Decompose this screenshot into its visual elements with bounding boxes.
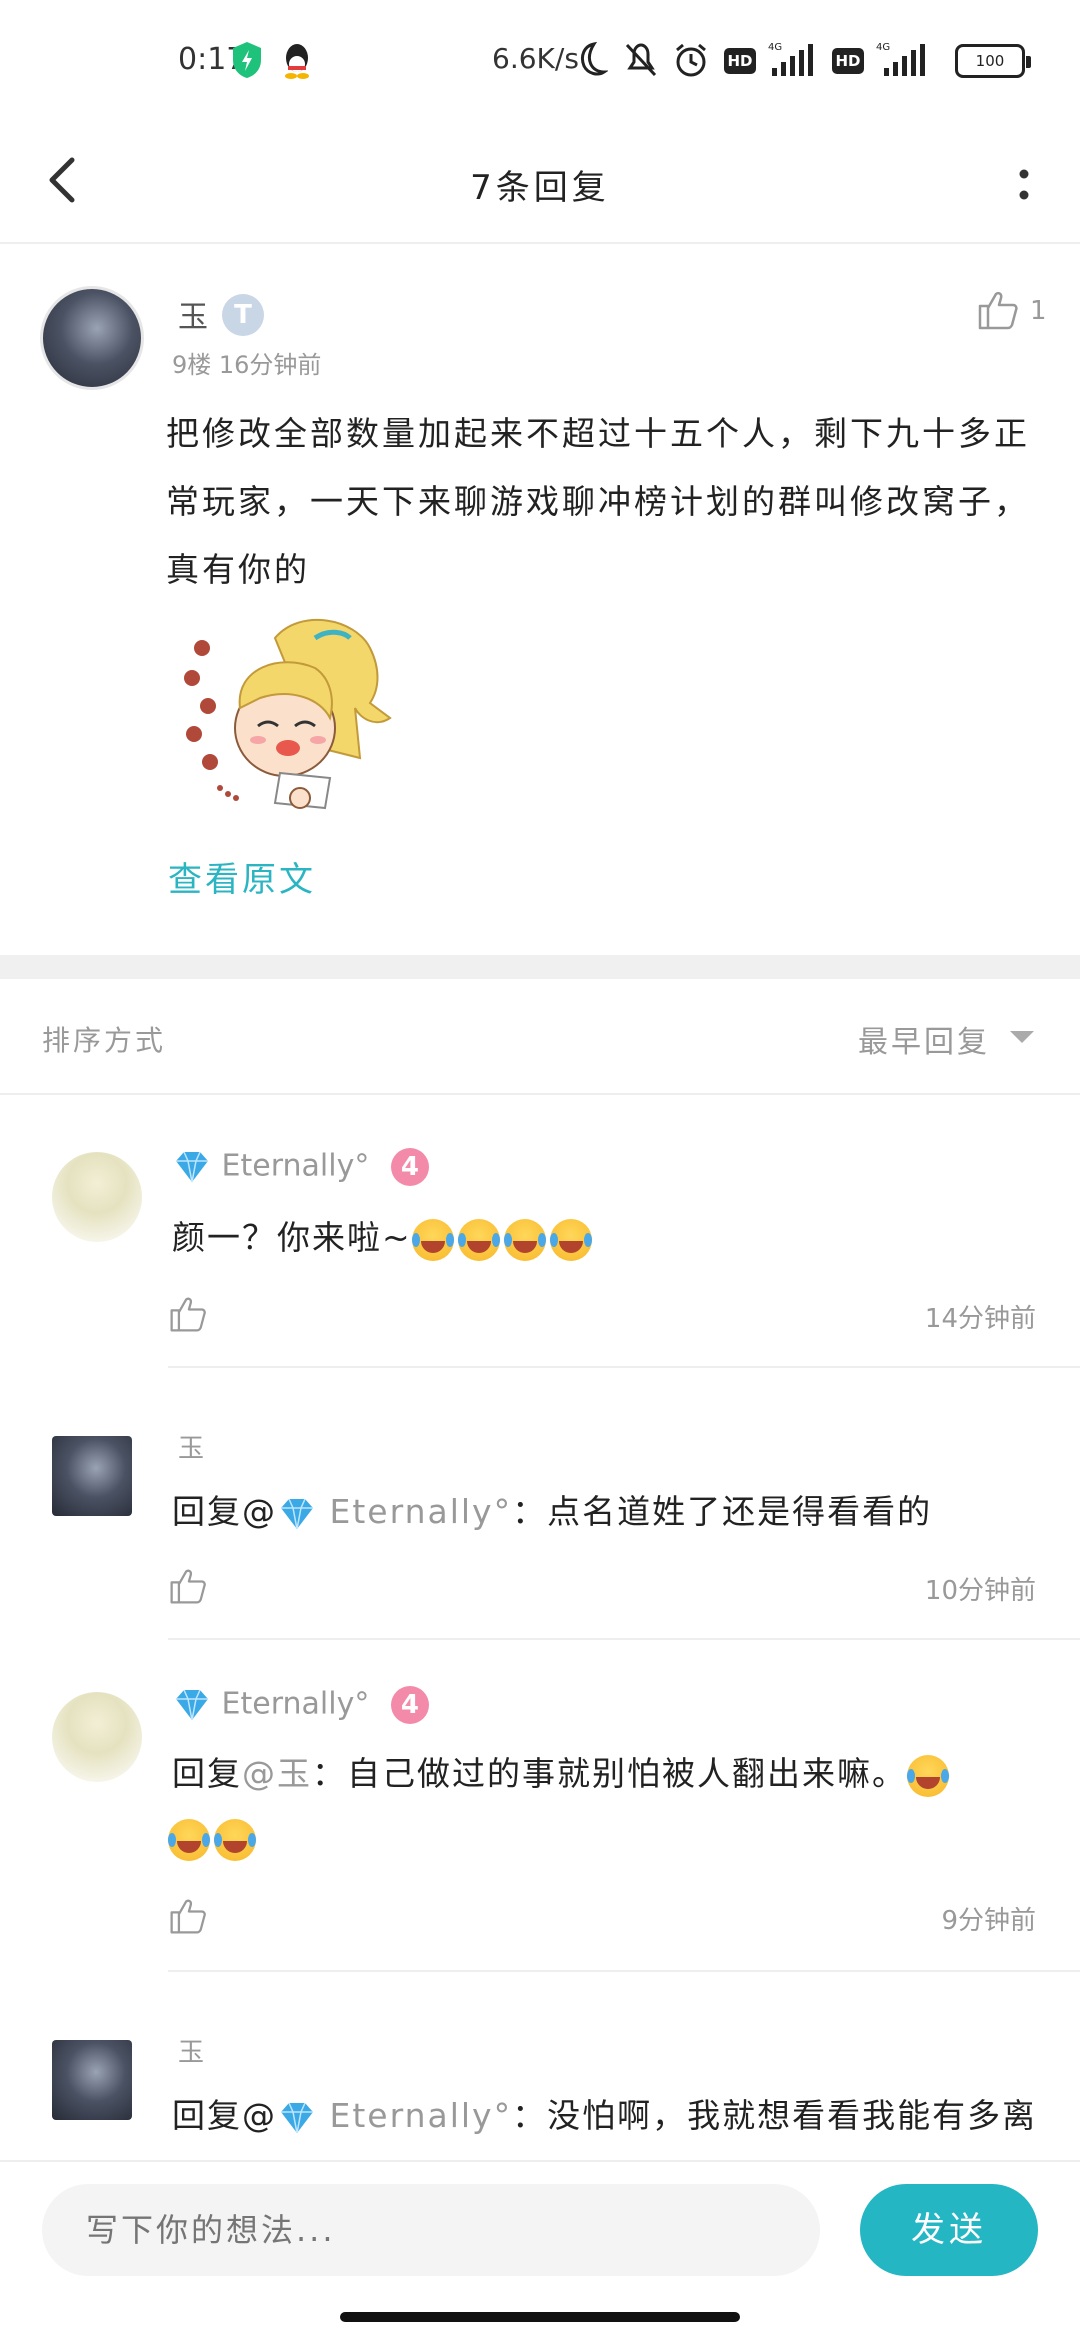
reply-author-line: Eternally° 4 xyxy=(172,1148,429,1186)
mention-link[interactable]: Eternally° xyxy=(330,1492,513,1531)
reply-text: ：自己做过的事就别怕被人翻出来嘛。 xyxy=(312,1754,907,1793)
level-badge: 4 xyxy=(390,1686,429,1724)
section-divider xyxy=(0,955,1080,979)
reply-prefix: 回复@ xyxy=(172,1492,277,1531)
reply-prefix: 回复 xyxy=(172,1754,242,1793)
reply-item: 玉 回复@ Eternally°：没怕啊，我就想看看我能有多离 xyxy=(0,1974,1080,2160)
thumbs-up-icon[interactable] xyxy=(168,1294,208,1334)
avatar[interactable] xyxy=(52,1436,132,1516)
status-bar: 0:17 6.6K/s HD 4G HD 4G 100 xyxy=(0,0,1080,120)
laughing-emoji-icon xyxy=(411,1218,454,1261)
view-original-link[interactable]: 查看原文 xyxy=(168,852,316,901)
svg-text:4G: 4G xyxy=(876,42,890,53)
comment-input[interactable] xyxy=(42,2184,820,2276)
battery-icon: 100 xyxy=(955,44,1031,78)
reply-author[interactable]: 玉 xyxy=(178,2032,204,2069)
reply-time: 10分钟前 xyxy=(924,1576,1036,1606)
reply-time: 14分钟前 xyxy=(924,1304,1036,1334)
shield-icon xyxy=(233,42,261,78)
mention-link[interactable]: Eternally° xyxy=(330,2096,513,2135)
signal-4g-icon: 4G xyxy=(768,42,813,76)
comment-composer: 发送 xyxy=(0,2160,1080,2300)
diamond-icon xyxy=(176,1689,208,1721)
reply-text: 颜一？你来啦~ xyxy=(172,1218,412,1257)
send-button[interactable]: 发送 xyxy=(860,2184,1038,2276)
hd-badge-2: HD xyxy=(832,48,864,74)
signal-4g-icon-2: 4G xyxy=(876,42,925,76)
diamond-icon xyxy=(281,1498,313,1529)
avatar[interactable] xyxy=(52,1152,142,1242)
avatar[interactable] xyxy=(40,286,144,390)
mention-link[interactable]: @玉 xyxy=(242,1754,312,1793)
thumbs-up-icon[interactable] xyxy=(976,288,1020,332)
reply-author[interactable]: 玉 xyxy=(178,1428,204,1465)
reply-author[interactable]: Eternally° xyxy=(222,1149,370,1184)
post-meta: 9楼 16分钟前 xyxy=(172,351,322,379)
chevron-down-icon[interactable] xyxy=(1010,1031,1034,1043)
laughing-girl-sticker xyxy=(184,618,392,810)
like-count: 1 xyxy=(1030,296,1047,326)
post-author[interactable]: 玉 xyxy=(178,292,208,336)
divider xyxy=(168,1970,1080,1972)
reply-text-row: 回复@玉：自己做过的事就别怕被人翻出来嘛。 xyxy=(168,1742,1032,1870)
laughing-emoji-icon xyxy=(503,1218,546,1261)
post-content: 把修改全部数量加起来不超过十五个人，剩下九十多正常玩家，一天下来聊游戏聊冲榜计划… xyxy=(166,414,1030,589)
reply-prefix: 回复@ xyxy=(172,2096,277,2135)
level-badge: 4 xyxy=(390,1148,429,1186)
qq-icon xyxy=(285,44,309,79)
more-vertical-icon[interactable] xyxy=(1004,148,1044,218)
level-badge: T xyxy=(222,294,264,336)
thumbs-up-icon[interactable] xyxy=(168,1566,208,1606)
diamond-icon xyxy=(176,1151,208,1183)
reply-item: Eternally° 4 回复@玉：自己做过的事就别怕被人翻出来嘛。 9分钟前 xyxy=(0,1642,1080,1974)
laughing-emoji-icon xyxy=(907,1754,949,1797)
avatar[interactable] xyxy=(52,2040,132,2120)
divider xyxy=(168,1366,1080,1368)
alarm-icon xyxy=(676,43,706,77)
top-nav: 7条回复 xyxy=(0,120,1080,244)
reply-item: 玉 回复@ Eternally°：点名道姓了还是得看看的 10分钟前 xyxy=(0,1370,1080,1642)
avatar[interactable] xyxy=(52,1692,142,1782)
reply-item: Eternally° 4 颜一？你来啦~ 14分钟前 xyxy=(0,1130,1080,1370)
reply-author-line: Eternally° 4 xyxy=(172,1686,429,1724)
laughing-emoji-icon xyxy=(168,1818,210,1861)
reply-text-row: 回复@ Eternally°：点名道姓了还是得看看的 xyxy=(172,1480,1032,1544)
reply-text-row: 颜一？你来啦~ xyxy=(172,1206,1032,1270)
laughing-emoji-icon xyxy=(214,1818,256,1861)
page-title: 7条回复 xyxy=(470,168,610,208)
svg-text:4G: 4G xyxy=(768,42,782,53)
home-indicator[interactable] xyxy=(340,2312,740,2322)
sort-dropdown[interactable]: 最早回复 xyxy=(858,1017,990,1061)
thumbs-up-icon[interactable] xyxy=(168,1896,208,1936)
hd-badge: HD xyxy=(724,48,756,74)
reply-author[interactable]: Eternally° xyxy=(222,1687,370,1722)
laughing-emoji-icon xyxy=(457,1218,500,1261)
laughing-emoji-icon xyxy=(549,1218,592,1261)
bell-muted-icon xyxy=(625,43,657,77)
moon-icon xyxy=(580,41,608,76)
net-speed: 6.6K/s xyxy=(492,42,579,75)
reply-text-row: 回复@ Eternally°：没怕啊，我就想看看我能有多离 xyxy=(172,2084,1032,2148)
sort-label: 排序方式 xyxy=(42,1024,167,1057)
reply-text: ：没怕啊，我就想看看我能有多离 xyxy=(512,2096,1032,2135)
reply-text: ：点名道姓了还是得看看的 xyxy=(512,1492,933,1531)
reply-time: 9分钟前 xyxy=(941,1906,1036,1936)
sort-bar: 排序方式 最早回复 xyxy=(0,979,1080,1095)
divider xyxy=(168,1638,1080,1640)
diamond-icon xyxy=(281,2102,313,2133)
